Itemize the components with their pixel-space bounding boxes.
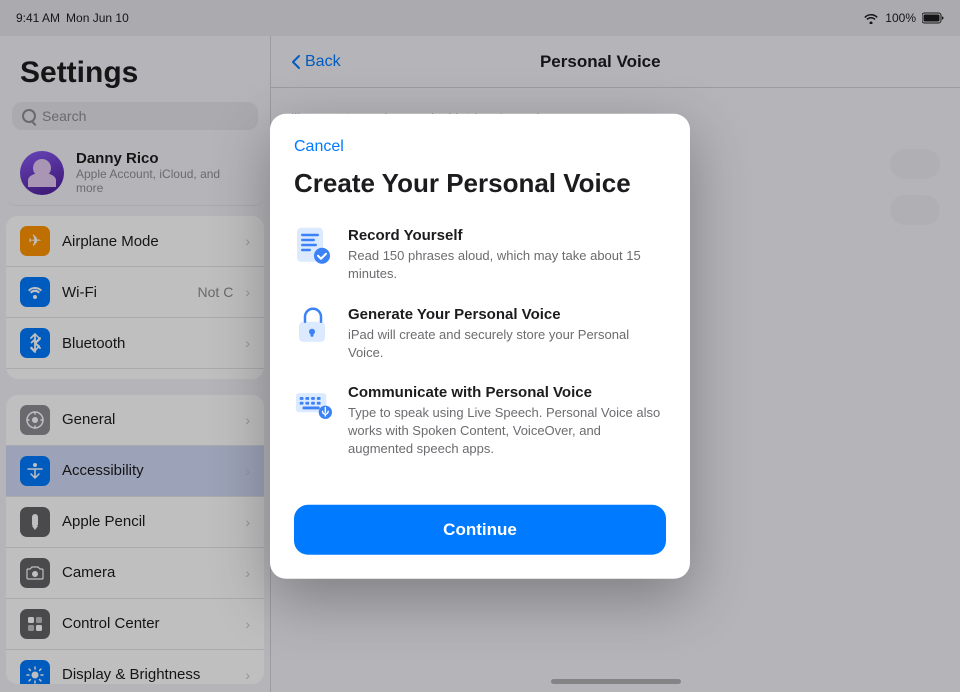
communicate-feature-text: Communicate with Personal Voice Type to …: [348, 384, 666, 459]
lock-icon: [294, 305, 332, 343]
keyboard-icon: [294, 384, 332, 422]
modal-title: Create Your Personal Voice: [294, 168, 666, 199]
continue-button[interactable]: Continue: [294, 504, 666, 554]
record-title: Record Yourself: [348, 227, 666, 244]
modal-feature-communicate: Communicate with Personal Voice Type to …: [294, 384, 666, 459]
modal-feature-record: Record Yourself Read 150 phrases aloud, …: [294, 227, 666, 283]
generate-feature-text: Generate Your Personal Voice iPad will c…: [348, 305, 666, 361]
modal-cancel-button[interactable]: Cancel: [294, 138, 344, 156]
modal-dialog: Cancel Create Your Personal Voice Record…: [270, 114, 690, 579]
generate-desc: iPad will create and securely store your…: [348, 325, 666, 361]
generate-title: Generate Your Personal Voice: [348, 305, 666, 322]
modal-spacer: [294, 480, 666, 496]
record-icon: [294, 227, 332, 265]
record-desc: Read 150 phrases aloud, which may take a…: [348, 247, 666, 283]
modal-feature-generate: Generate Your Personal Voice iPad will c…: [294, 305, 666, 361]
communicate-title: Communicate with Personal Voice: [348, 384, 666, 401]
communicate-desc: Type to speak using Live Speech. Persona…: [348, 404, 666, 459]
record-feature-text: Record Yourself Read 150 phrases aloud, …: [348, 227, 666, 283]
